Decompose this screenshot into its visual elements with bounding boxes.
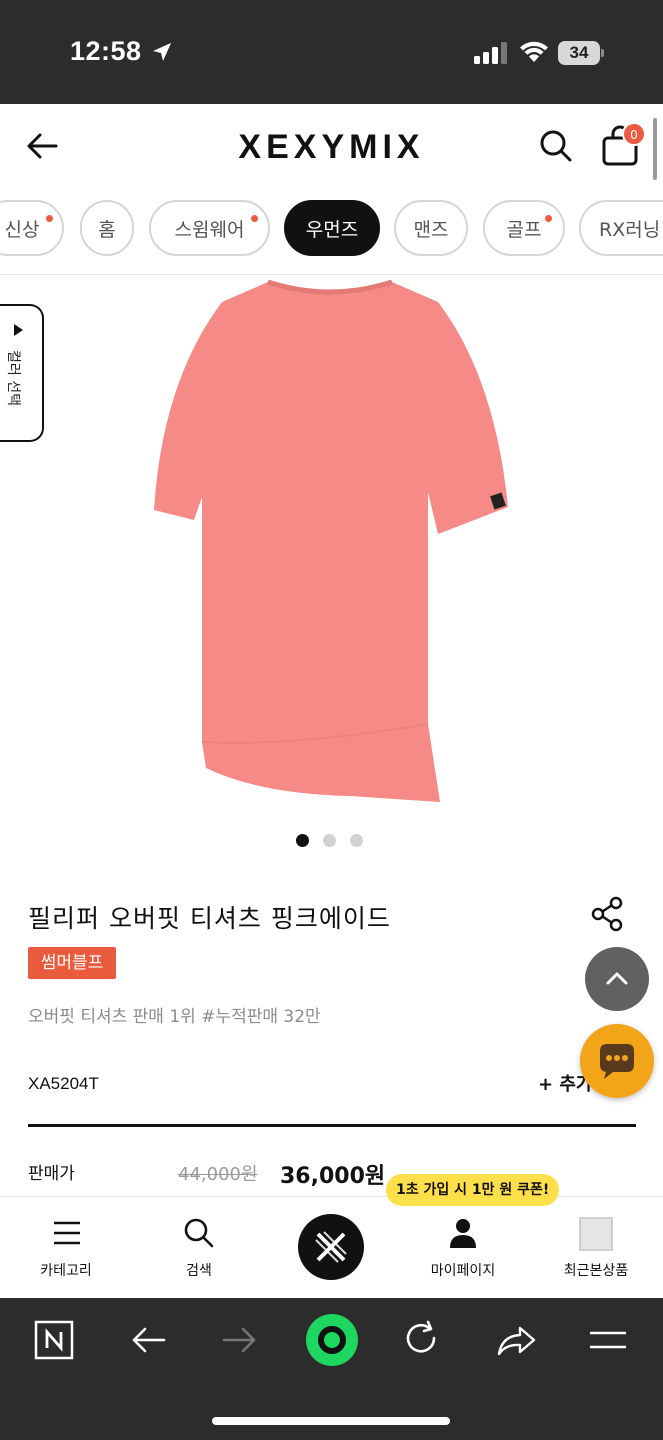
signup-coupon-tooltip[interactable]: 1초 가입 시 1만 원 쿠폰!: [386, 1174, 560, 1206]
location-arrow-icon: [153, 43, 171, 61]
cellular-signal-icon: [474, 42, 507, 64]
battery-nub: [601, 49, 604, 57]
promo-badge: 썸머블프: [28, 947, 116, 979]
chip-label: 홈: [98, 218, 116, 241]
new-dot: [251, 215, 258, 222]
nav-label: 최근본상품: [563, 1263, 629, 1279]
chip-label: RX러닝: [599, 218, 661, 241]
search-icon: [184, 1218, 214, 1248]
nav-label: 마이페이지: [430, 1263, 496, 1279]
pagination-dot[interactable]: [296, 834, 309, 847]
chip-golf[interactable]: 골프: [483, 200, 565, 256]
battery-level: 34: [558, 41, 600, 65]
status-bar: 12:58 34: [0, 0, 663, 104]
search-icon[interactable]: [538, 128, 574, 164]
share-forward-icon[interactable]: [494, 1318, 538, 1362]
play-arrow-icon: [14, 324, 23, 336]
chip-label: 맨즈: [413, 218, 449, 241]
product-description: 오버핏 티셔츠 판매 1위 #누적판매 32만: [28, 1007, 321, 1027]
image-pagination: [296, 832, 377, 851]
naver-green-icon[interactable]: [304, 1312, 360, 1368]
chip-womens[interactable]: 우먼즈: [284, 200, 380, 256]
scrollbar-thumb[interactable]: [653, 118, 657, 180]
bottom-navigation: 카테고리 검색 마이페이지 최근본상품: [0, 1196, 663, 1298]
nav-category[interactable]: 카테고리: [6, 1197, 126, 1299]
forward-icon: [222, 1327, 256, 1353]
hamburger-menu-icon[interactable]: [586, 1318, 630, 1362]
home-logo-icon: [315, 1231, 347, 1263]
sale-price: 36,000원: [280, 1164, 386, 1189]
menu-icon: [54, 1221, 80, 1245]
refresh-icon[interactable]: [400, 1318, 444, 1362]
nav-label: 카테고리: [40, 1263, 92, 1279]
app-header: XEXYMIX 0: [0, 104, 663, 190]
home-indicator[interactable]: [212, 1417, 450, 1425]
wifi-icon: [520, 41, 548, 62]
clock: 12:58: [70, 36, 142, 66]
scroll-top-button[interactable]: [585, 947, 649, 1011]
original-price: 44,000원: [178, 1164, 258, 1185]
recent-product-icon: [579, 1217, 613, 1251]
chip-label: 신상: [4, 218, 40, 241]
pagination-dot[interactable]: [350, 834, 363, 847]
chip-label: 스윔웨어: [174, 218, 245, 241]
product-title: 필리퍼 오버핏 티셔츠 핑크에이드: [28, 904, 391, 933]
product-image[interactable]: [140, 272, 520, 812]
chip-label: 골프: [506, 218, 542, 241]
new-dot: [46, 215, 53, 222]
pagination-dot[interactable]: [323, 834, 336, 847]
cart-count-badge: 0: [622, 122, 646, 146]
chip-swimwear[interactable]: 스윔웨어: [149, 200, 270, 256]
nav-label: 검색: [186, 1263, 212, 1279]
section-divider: [28, 1124, 636, 1127]
category-chip-bar: 신상 홈 스윔웨어 우먼즈 맨즈 골프 RX러닝: [0, 200, 663, 260]
user-icon: [450, 1219, 476, 1248]
chat-button[interactable]: [580, 1024, 654, 1098]
nav-home-logo[interactable]: [298, 1214, 364, 1280]
chip-home[interactable]: 홈: [80, 200, 134, 256]
naver-n-icon[interactable]: [32, 1318, 76, 1362]
color-select-tab[interactable]: 컬러 선택: [0, 304, 44, 442]
chip-rx-running[interactable]: RX러닝: [579, 200, 663, 256]
share-icon[interactable]: [590, 896, 624, 932]
chevron-up-icon: [606, 972, 628, 985]
price-label: 판매가: [28, 1164, 75, 1184]
chip-new[interactable]: 신상: [0, 200, 64, 256]
chip-mens[interactable]: 맨즈: [394, 200, 468, 256]
tshirt-shape: [154, 282, 508, 802]
chip-label: 우먼즈: [305, 218, 359, 241]
chat-bubble-icon: [600, 1044, 634, 1079]
new-dot: [545, 215, 552, 222]
nav-mypage[interactable]: 마이페이지: [403, 1197, 523, 1299]
nav-search[interactable]: 검색: [139, 1197, 259, 1299]
back-icon[interactable]: [126, 1318, 170, 1362]
side-tab-label: 컬러 선택: [5, 350, 21, 406]
nav-recent-products[interactable]: 최근본상품: [536, 1197, 656, 1299]
product-code: XA5204T: [28, 1074, 99, 1093]
